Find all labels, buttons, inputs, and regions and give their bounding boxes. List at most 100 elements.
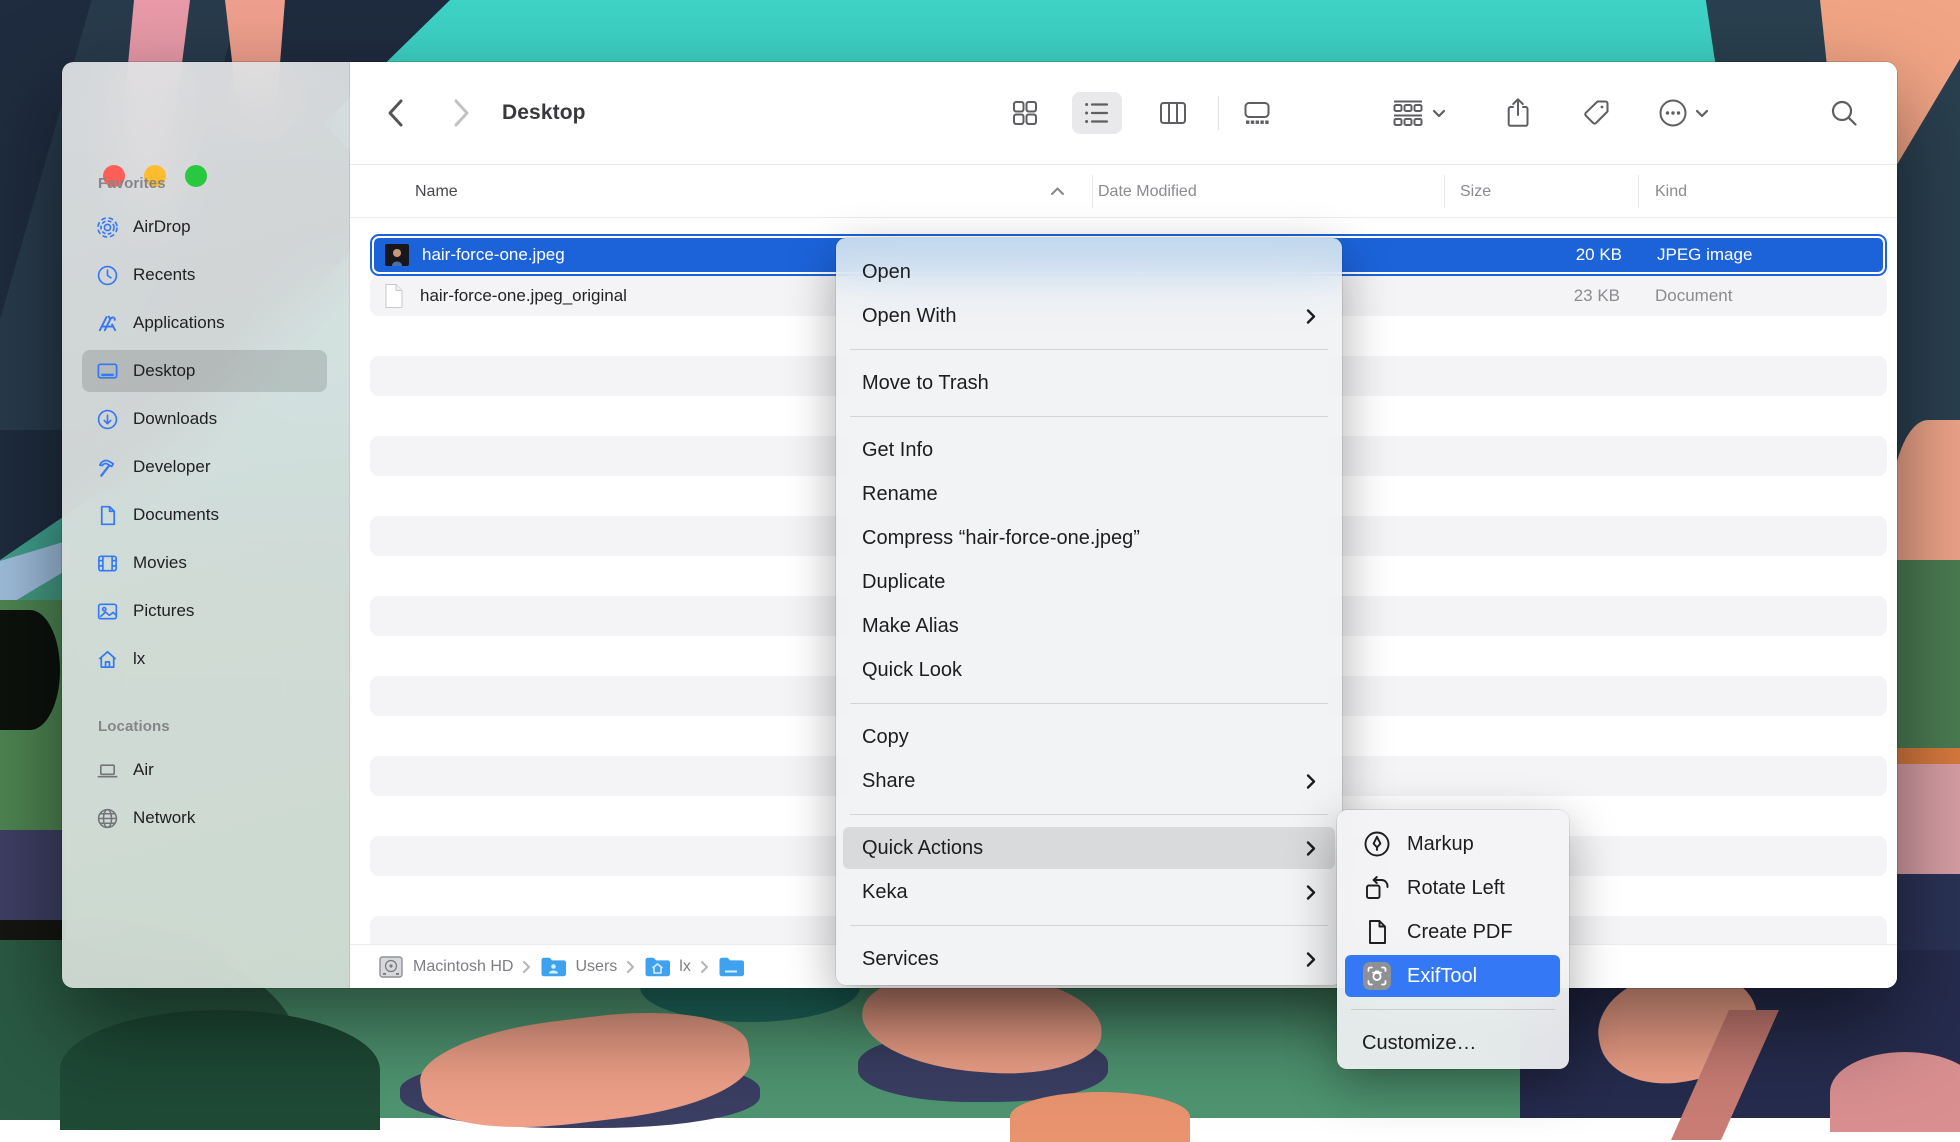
menu-item-keka[interactable]: Keka: [836, 870, 1342, 914]
zoom-button[interactable]: [185, 165, 207, 187]
forward-button[interactable]: [444, 93, 478, 133]
sidebar-section-favorites: Favorites: [98, 175, 166, 197]
column-header-name[interactable]: Name: [415, 183, 458, 201]
sidebar-section-locations: Locations: [98, 718, 170, 740]
search-button[interactable]: [1822, 91, 1866, 135]
column-headers: Name Date Modified Size Kind: [350, 166, 1897, 218]
chevron-right-icon: [626, 960, 635, 974]
sort-ascending-icon: [1050, 183, 1065, 201]
download-circle-icon: [96, 408, 119, 431]
submenu-item-customize[interactable]: Customize…: [1337, 1021, 1569, 1065]
chevron-down-icon: [1695, 109, 1709, 118]
airdrop-icon: [96, 216, 119, 239]
sidebar-item-lx[interactable]: lx: [62, 635, 349, 683]
menu-separator: [1351, 1009, 1555, 1010]
column-divider[interactable]: [1444, 175, 1445, 208]
sidebar-item-applications[interactable]: Applications: [62, 299, 349, 347]
submenu-item-exiftool[interactable]: ExifTool: [1337, 954, 1569, 998]
exiftool-icon: [1362, 961, 1392, 991]
sidebar-item-air[interactable]: Air: [62, 746, 349, 794]
sidebar-favorites-list: AirDrop Recents Applications Desktop: [62, 203, 349, 683]
sidebar-item-downloads[interactable]: Downloads: [62, 395, 349, 443]
menu-item-open[interactable]: Open: [836, 250, 1342, 294]
menu-item-move-to-trash[interactable]: Move to Trash: [836, 361, 1342, 405]
rotate-left-icon: [1362, 873, 1392, 903]
submenu-arrow-icon: [1306, 840, 1316, 857]
menu-item-label: Share: [862, 770, 915, 793]
sidebar-item-pictures[interactable]: Pictures: [62, 587, 349, 635]
sidebar-item-desktop[interactable]: Desktop: [62, 347, 349, 395]
sidebar-item-recents[interactable]: Recents: [62, 251, 349, 299]
menu-item-share[interactable]: Share: [836, 759, 1342, 803]
list-view-button[interactable]: [1072, 92, 1122, 134]
menu-item-rename[interactable]: Rename: [836, 472, 1342, 516]
file-size: 23 KB: [1420, 286, 1620, 306]
column-header-size[interactable]: Size: [1460, 183, 1491, 201]
clock-icon: [96, 264, 119, 287]
submenu-item-create-pdf[interactable]: Create PDF: [1337, 910, 1569, 954]
menu-item-quick-look[interactable]: Quick Look: [836, 648, 1342, 692]
column-header-kind[interactable]: Kind: [1655, 183, 1687, 201]
menu-item-get-info[interactable]: Get Info: [836, 428, 1342, 472]
menu-item-label: Rename: [862, 483, 938, 506]
back-button[interactable]: [378, 93, 412, 133]
submenu-item-label: Customize…: [1362, 1032, 1476, 1055]
menu-item-open-with[interactable]: Open With: [836, 294, 1342, 338]
globe-icon: [96, 807, 119, 830]
menu-separator: [850, 703, 1328, 704]
tag-button[interactable]: [1574, 91, 1618, 135]
menu-separator: [850, 349, 1328, 350]
sidebar-item-label: Recents: [133, 265, 195, 285]
submenu-item-label: Create PDF: [1407, 921, 1513, 944]
column-view-button[interactable]: [1148, 92, 1198, 134]
folder-icon[interactable]: [718, 956, 744, 978]
file-size: 20 KB: [1422, 245, 1622, 265]
menu-item-compress[interactable]: Compress “hair-force-one.jpeg”: [836, 516, 1342, 560]
sidebar-item-developer[interactable]: Developer: [62, 443, 349, 491]
menu-separator: [850, 925, 1328, 926]
submenu-item-label: Rotate Left: [1407, 877, 1505, 900]
menu-item-label: Keka: [862, 881, 908, 904]
menu-item-make-alias[interactable]: Make Alias: [836, 604, 1342, 648]
menu-item-copy[interactable]: Copy: [836, 715, 1342, 759]
create-pdf-icon: [1362, 917, 1392, 947]
share-button[interactable]: [1496, 91, 1540, 135]
sidebar-item-label: lx: [133, 649, 145, 669]
submenu-arrow-icon: [1306, 308, 1316, 325]
path-segment-users[interactable]: Users: [575, 958, 617, 976]
column-header-date-modified[interactable]: Date Modified: [1098, 183, 1197, 201]
menu-item-duplicate[interactable]: Duplicate: [836, 560, 1342, 604]
group-by-button[interactable]: [1380, 92, 1456, 134]
menu-item-quick-actions[interactable]: Quick Actions: [836, 826, 1342, 870]
submenu-item-rotate-left[interactable]: Rotate Left: [1337, 866, 1569, 910]
markup-icon: [1362, 829, 1392, 859]
harddrive-icon: [378, 955, 404, 979]
context-menu: Open Open With Move to Trash Get Info Re…: [836, 238, 1342, 985]
jpeg-thumbnail: [384, 242, 410, 268]
toolbar-separator: [1218, 96, 1219, 130]
icon-view-button[interactable]: [1000, 92, 1050, 134]
more-options-button[interactable]: [1648, 91, 1718, 135]
column-divider[interactable]: [1092, 175, 1093, 208]
column-divider[interactable]: [1638, 175, 1639, 208]
submenu-arrow-icon: [1306, 773, 1316, 790]
menu-item-label: Get Info: [862, 439, 933, 462]
menu-item-label: Compress “hair-force-one.jpeg”: [862, 527, 1140, 550]
chevron-down-icon: [1432, 109, 1446, 118]
sidebar-item-network[interactable]: Network: [62, 794, 349, 842]
folder-home-icon: [644, 956, 670, 978]
sidebar-item-label: Movies: [133, 553, 187, 573]
menu-item-label: Move to Trash: [862, 372, 989, 395]
sidebar-item-airdrop[interactable]: AirDrop: [62, 203, 349, 251]
menu-separator: [850, 814, 1328, 815]
menu-item-services[interactable]: Services: [836, 937, 1342, 981]
sidebar-item-movies[interactable]: Movies: [62, 539, 349, 587]
path-segment-macintosh-hd[interactable]: Macintosh HD: [413, 958, 513, 976]
gallery-view-button[interactable]: [1232, 92, 1282, 134]
file-name: hair-force-one.jpeg: [422, 245, 565, 265]
submenu-item-markup[interactable]: Markup: [1337, 822, 1569, 866]
path-segment-lx[interactable]: lx: [679, 958, 691, 976]
menu-item-label: Open: [862, 261, 911, 284]
sidebar: Favorites AirDrop Recents Applications: [62, 62, 350, 988]
sidebar-item-documents[interactable]: Documents: [62, 491, 349, 539]
